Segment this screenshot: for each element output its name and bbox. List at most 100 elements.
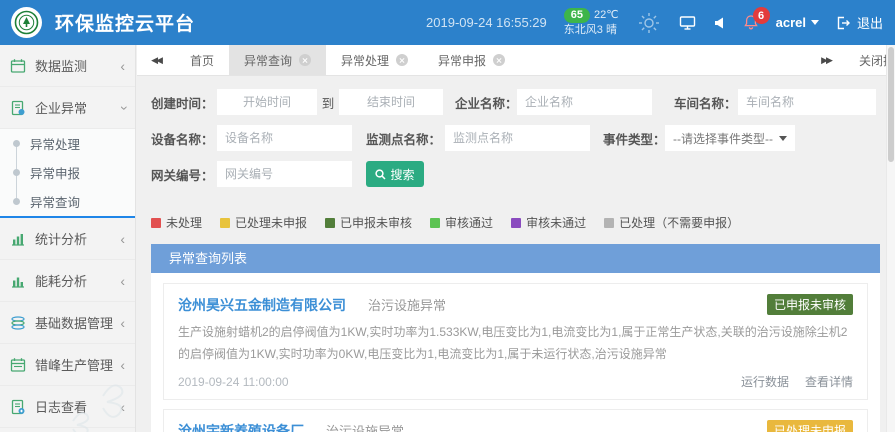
company-name-link[interactable]: 沧州昊兴五金制造有限公司 bbox=[178, 295, 346, 315]
sidebar-item-statistics[interactable]: 统计分析 ‹ bbox=[0, 218, 135, 260]
legend-label: 审核通过 bbox=[445, 214, 493, 231]
decorative-watermark bbox=[43, 366, 133, 432]
chevron-down-icon bbox=[811, 20, 819, 25]
to-label: 到 bbox=[317, 93, 339, 112]
main-content: ◀◀ 首页 异常查询 异常处理 异常申报 ▶▶ 关闭操作 创建时间： 到 企业名… bbox=[137, 45, 895, 432]
sidebar-item-label: 基础数据管理 bbox=[35, 313, 120, 332]
search-icon bbox=[375, 169, 386, 180]
event-type-select[interactable]: --请选择事件类型-- bbox=[665, 125, 795, 151]
create-time-label: 创建时间： bbox=[151, 93, 213, 112]
search-button-label: 搜索 bbox=[390, 166, 414, 183]
document-icon bbox=[10, 100, 26, 116]
sidebar-item-abnormal-handle[interactable]: 异常处理 bbox=[0, 129, 135, 158]
legend-item-handled-no-declare: 已处理（不需要申报） bbox=[604, 214, 739, 231]
list-item: 沧州昊兴五金制造有限公司 治污设施异常 已申报未审核 生产设施射蜡机2的启停阀值… bbox=[163, 283, 868, 400]
sidebar-item-abnormal-declare[interactable]: 异常申报 bbox=[0, 158, 135, 187]
status-badge: 已处理未申报 bbox=[767, 420, 853, 432]
tab-bar: ◀◀ 首页 异常查询 异常处理 异常申报 ▶▶ 关闭操作 bbox=[137, 45, 895, 76]
calendar-icon bbox=[10, 357, 26, 373]
layers-icon bbox=[10, 315, 26, 331]
tab-label: 异常查询 bbox=[244, 52, 292, 69]
company-name-link[interactable]: 沧州宇新养殖设备厂 bbox=[178, 421, 304, 432]
list-item: 沧州宇新养殖设备厂 治污设施异常 已处理未申报 生产设施挤出机2的启停阀值为1K… bbox=[163, 409, 868, 432]
tabs-scroll-left-button[interactable]: ◀◀ bbox=[137, 45, 175, 75]
company-name-label: 企业名称： bbox=[455, 93, 513, 112]
end-time-input[interactable] bbox=[339, 89, 443, 115]
tab-label: 异常申报 bbox=[438, 52, 486, 69]
filter-row-3: 网关编号： 搜索 bbox=[151, 161, 895, 187]
device-name-input[interactable] bbox=[217, 125, 352, 151]
sidebar-item-enterprise-abnormal[interactable]: 企业异常 ‹ bbox=[0, 87, 135, 129]
tab-abnormal-query[interactable]: 异常查询 bbox=[229, 45, 326, 75]
card-header: 沧州宇新养殖设备厂 治污设施异常 已处理未申报 bbox=[178, 420, 853, 432]
legend-swatch bbox=[430, 218, 440, 228]
sidebar-item-energy-analysis[interactable]: 能耗分析 ‹ bbox=[0, 260, 135, 302]
legend-item-unhandled: 未处理 bbox=[151, 214, 202, 231]
current-datetime: 2019-09-24 16:55:29 bbox=[426, 15, 547, 30]
company-name-input[interactable] bbox=[517, 89, 652, 115]
abnormal-query-panel: 异常查询列表 沧州昊兴五金制造有限公司 治污设施异常 已申报未审核 生产设施射蜡… bbox=[151, 244, 880, 432]
legend-swatch bbox=[151, 218, 161, 228]
vertical-scrollbar[interactable] bbox=[886, 45, 895, 432]
close-tab-icon[interactable] bbox=[299, 54, 311, 66]
filter-row-2: 设备名称： 监测点名称： 事件类型： --请选择事件类型-- bbox=[151, 125, 895, 151]
abnormal-time: 2019-09-24 11:00:00 bbox=[178, 375, 289, 389]
sidebar-item-label: 能耗分析 bbox=[35, 271, 120, 290]
monitor-icon[interactable] bbox=[679, 15, 696, 31]
event-type-label: 事件类型： bbox=[603, 129, 661, 148]
legend-item-review-failed: 审核未通过 bbox=[511, 214, 586, 231]
scrollbar-thumb[interactable] bbox=[888, 47, 894, 162]
gateway-number-label: 网关编号： bbox=[151, 165, 213, 184]
card-footer: 2019-09-24 11:00:00 运行数据 查看详情 bbox=[178, 373, 853, 390]
view-detail-link[interactable]: 查看详情 bbox=[805, 373, 853, 390]
log-document-icon bbox=[10, 399, 26, 415]
speaker-icon[interactable] bbox=[713, 16, 726, 30]
event-type-text: 治污设施异常 bbox=[326, 421, 404, 432]
run-data-link[interactable]: 运行数据 bbox=[741, 373, 789, 390]
notifications-bell[interactable]: 6 bbox=[743, 14, 759, 31]
legend-label: 未处理 bbox=[166, 214, 202, 231]
tab-home[interactable]: 首页 bbox=[175, 45, 229, 75]
chevron-left-icon: ‹ bbox=[120, 59, 125, 73]
sun-weather-icon bbox=[636, 10, 662, 36]
sidebar-item-abnormal-query[interactable]: 异常查询 bbox=[0, 187, 135, 216]
sidebar-item-data-monitoring[interactable]: 数据监测 ‹ bbox=[0, 45, 135, 87]
app-logo bbox=[11, 7, 42, 38]
chevron-left-icon: ‹ bbox=[120, 274, 125, 288]
logout-button[interactable]: 退出 bbox=[836, 13, 883, 32]
start-time-input[interactable] bbox=[217, 89, 317, 115]
tab-abnormal-declare[interactable]: 异常申报 bbox=[423, 45, 520, 75]
legend-swatch bbox=[604, 218, 614, 228]
logo-emblem-icon bbox=[14, 10, 39, 35]
user-dropdown[interactable]: acrel bbox=[776, 15, 819, 30]
workshop-name-label: 车间名称： bbox=[674, 93, 734, 112]
workshop-name-input[interactable] bbox=[738, 89, 876, 115]
close-tab-icon[interactable] bbox=[396, 54, 408, 66]
sidebar-item-label: 统计分析 bbox=[35, 229, 120, 248]
legend-label: 已申报未审核 bbox=[340, 214, 412, 231]
sidebar-submenu: 异常处理 异常申报 异常查询 bbox=[0, 129, 135, 218]
wind-label: 东北风3 晴 bbox=[564, 23, 619, 38]
sidebar-item-label: 数据监测 bbox=[35, 56, 120, 75]
chevron-down-icon bbox=[779, 136, 787, 141]
calendar-icon bbox=[10, 58, 26, 74]
legend-item-review-passed: 审核通过 bbox=[430, 214, 493, 231]
search-button[interactable]: 搜索 bbox=[366, 161, 424, 187]
tabs-scroll-right-button[interactable]: ▶▶ bbox=[807, 55, 845, 66]
card-actions: 运行数据 查看详情 bbox=[741, 373, 853, 390]
logout-label: 退出 bbox=[857, 13, 883, 32]
monitor-point-label: 监测点名称： bbox=[364, 129, 441, 148]
monitor-point-input[interactable] bbox=[445, 125, 590, 151]
legend-label: 已处理（不需要申报） bbox=[619, 214, 739, 231]
tab-abnormal-handle[interactable]: 异常处理 bbox=[326, 45, 423, 75]
header-controls: 2019-09-24 16:55:29 65 22℃ 东北风3 晴 bbox=[426, 8, 895, 38]
abnormal-description: 生产设施射蜡机2的启停阀值为1KW,实时功率为1.533KW,电压变比为1,电流… bbox=[178, 321, 853, 365]
sidebar-item-basic-data[interactable]: 基础数据管理 ‹ bbox=[0, 302, 135, 344]
legend-swatch bbox=[325, 218, 335, 228]
aqi-badge: 65 bbox=[564, 8, 590, 23]
close-tab-icon[interactable] bbox=[493, 54, 505, 66]
gateway-number-input[interactable] bbox=[217, 161, 352, 187]
filter-row-1: 创建时间： 到 企业名称： 车间名称： bbox=[151, 89, 895, 115]
event-type-text: 治污设施异常 bbox=[368, 295, 446, 314]
tab-bar-right-controls: ▶▶ 关闭操作 bbox=[799, 45, 895, 75]
